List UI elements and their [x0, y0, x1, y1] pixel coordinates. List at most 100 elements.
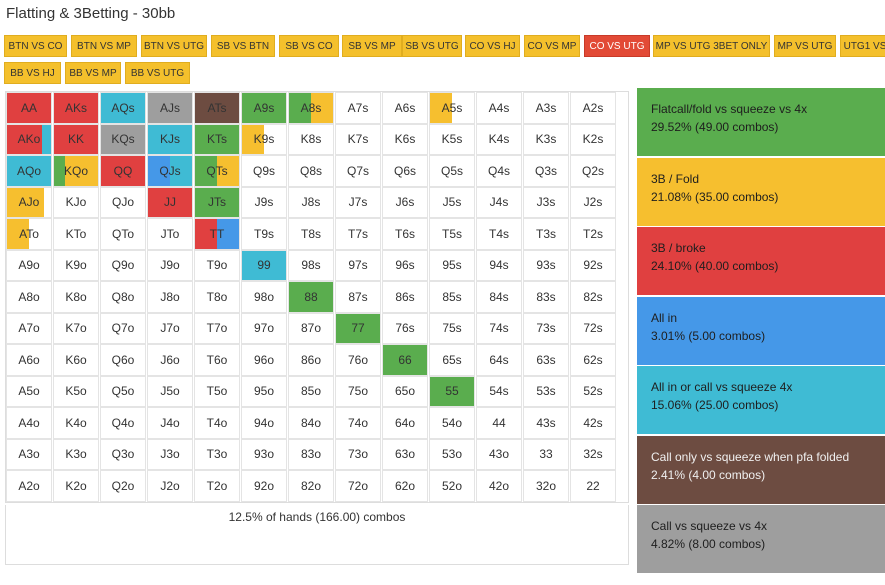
hand-cell[interactable]: 64o: [382, 407, 428, 439]
hand-cell[interactable]: 98o: [241, 281, 287, 313]
hand-cell[interactable]: A2o: [6, 470, 52, 502]
hand-cell[interactable]: 86s: [382, 281, 428, 313]
hand-cell[interactable]: T3o: [194, 438, 240, 470]
hand-cell[interactable]: J9o: [147, 249, 193, 281]
hand-cell[interactable]: 98s: [288, 249, 334, 281]
hand-cell[interactable]: A7o: [6, 312, 52, 344]
hand-cell[interactable]: T6s: [382, 218, 428, 250]
hand-cell[interactable]: A5o: [6, 375, 52, 407]
hand-cell[interactable]: J5s: [429, 186, 475, 218]
hand-cell[interactable]: J7s: [335, 186, 381, 218]
hand-cell[interactable]: Q9s: [241, 155, 287, 187]
hand-cell[interactable]: 54s: [476, 375, 522, 407]
hand-cell[interactable]: A4o: [6, 407, 52, 439]
hand-cell[interactable]: 93s: [523, 249, 569, 281]
hand-cell[interactable]: A8o: [6, 281, 52, 313]
hand-cell[interactable]: J3o: [147, 438, 193, 470]
hand-cell[interactable]: Q7s: [335, 155, 381, 187]
hand-cell[interactable]: J6s: [382, 186, 428, 218]
hand-cell[interactable]: A9o: [6, 249, 52, 281]
hand-cell[interactable]: Q9o: [100, 249, 146, 281]
hand-cell[interactable]: T7s: [335, 218, 381, 250]
hand-cell[interactable]: J5o: [147, 375, 193, 407]
hand-cell[interactable]: 33: [523, 438, 569, 470]
hand-cell[interactable]: 74s: [476, 312, 522, 344]
hand-cell[interactable]: K7o: [53, 312, 99, 344]
hand-cell[interactable]: 62o: [382, 470, 428, 502]
hand-cell[interactable]: 55: [429, 375, 475, 407]
hand-cell[interactable]: KTo: [53, 218, 99, 250]
hand-cell[interactable]: TT: [194, 218, 240, 250]
hand-cell[interactable]: A6o: [6, 344, 52, 376]
hand-cell[interactable]: J7o: [147, 312, 193, 344]
hand-cell[interactable]: 65s: [429, 344, 475, 376]
hand-cell[interactable]: 44: [476, 407, 522, 439]
hand-cell[interactable]: T5o: [194, 375, 240, 407]
hand-cell[interactable]: 62s: [570, 344, 616, 376]
hand-cell[interactable]: Q5o: [100, 375, 146, 407]
hand-cell[interactable]: 32o: [523, 470, 569, 502]
hand-cell[interactable]: AJo: [6, 186, 52, 218]
tab-mp-vs-utg[interactable]: MP VS UTG: [774, 35, 836, 57]
hand-cell[interactable]: Q5s: [429, 155, 475, 187]
tab-sb-vs-utg[interactable]: SB VS UTG: [402, 35, 462, 57]
hand-cell[interactable]: A7s: [335, 92, 381, 124]
hand-cell[interactable]: Q4s: [476, 155, 522, 187]
hand-cell[interactable]: T2o: [194, 470, 240, 502]
hand-cell[interactable]: J2s: [570, 186, 616, 218]
hand-cell[interactable]: 85s: [429, 281, 475, 313]
hand-cell[interactable]: JTo: [147, 218, 193, 250]
hand-cell[interactable]: KQs: [100, 123, 146, 155]
hand-cell[interactable]: 87o: [288, 312, 334, 344]
hand-cell[interactable]: 43s: [523, 407, 569, 439]
hand-cell[interactable]: 94s: [476, 249, 522, 281]
tab-mp-vs-utg-3bet-only[interactable]: MP VS UTG 3BET ONLY: [653, 35, 770, 57]
hand-cell[interactable]: 97o: [241, 312, 287, 344]
tab-co-vs-mp[interactable]: CO VS MP: [524, 35, 580, 57]
hand-cell[interactable]: A3s: [523, 92, 569, 124]
hand-cell[interactable]: AJs: [147, 92, 193, 124]
hand-cell[interactable]: ATo: [6, 218, 52, 250]
hand-cell[interactable]: K2s: [570, 123, 616, 155]
hand-cell[interactable]: 96o: [241, 344, 287, 376]
hand-cell[interactable]: 32s: [570, 438, 616, 470]
hand-cell[interactable]: QJo: [100, 186, 146, 218]
hand-cell[interactable]: T4o: [194, 407, 240, 439]
hand-cell[interactable]: KQo: [53, 155, 99, 187]
hand-cell[interactable]: J8s: [288, 186, 334, 218]
tab-bb-vs-mp[interactable]: BB VS MP: [65, 62, 121, 84]
hand-cell[interactable]: A5s: [429, 92, 475, 124]
hand-cell[interactable]: T5s: [429, 218, 475, 250]
hand-cell[interactable]: 64s: [476, 344, 522, 376]
hand-cell[interactable]: ATs: [194, 92, 240, 124]
hand-cell[interactable]: Q3o: [100, 438, 146, 470]
hand-cell[interactable]: QTo: [100, 218, 146, 250]
hand-cell[interactable]: Q8s: [288, 155, 334, 187]
hand-cell[interactable]: Q7o: [100, 312, 146, 344]
hand-cell[interactable]: J4o: [147, 407, 193, 439]
hand-cell[interactable]: 76o: [335, 344, 381, 376]
hand-cell[interactable]: AA: [6, 92, 52, 124]
hand-cell[interactable]: 63s: [523, 344, 569, 376]
hand-cell[interactable]: Q2o: [100, 470, 146, 502]
hand-cell[interactable]: T3s: [523, 218, 569, 250]
hand-cell[interactable]: 63o: [382, 438, 428, 470]
hand-cell[interactable]: JJ: [147, 186, 193, 218]
hand-cell[interactable]: QQ: [100, 155, 146, 187]
hand-cell[interactable]: 95o: [241, 375, 287, 407]
hand-cell[interactable]: 52s: [570, 375, 616, 407]
hand-cell[interactable]: T9s: [241, 218, 287, 250]
hand-cell[interactable]: AKs: [53, 92, 99, 124]
hand-cell[interactable]: 86o: [288, 344, 334, 376]
hand-cell[interactable]: 87s: [335, 281, 381, 313]
hand-cell[interactable]: T7o: [194, 312, 240, 344]
hand-cell[interactable]: A6s: [382, 92, 428, 124]
hand-cell[interactable]: 53o: [429, 438, 475, 470]
hand-cell[interactable]: 76s: [382, 312, 428, 344]
tab-sb-vs-btn[interactable]: SB VS BTN: [211, 35, 275, 57]
tab-sb-vs-co[interactable]: SB VS CO: [279, 35, 339, 57]
hand-cell[interactable]: Q4o: [100, 407, 146, 439]
hand-cell[interactable]: 52o: [429, 470, 475, 502]
hand-cell[interactable]: 73o: [335, 438, 381, 470]
hand-cell[interactable]: 75o: [335, 375, 381, 407]
